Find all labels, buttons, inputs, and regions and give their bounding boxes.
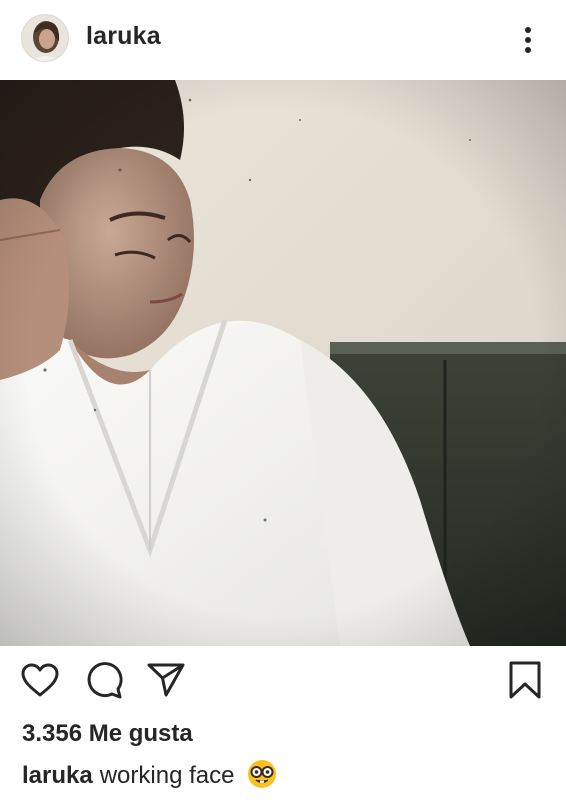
post-image [0, 80, 566, 646]
avatar-image [22, 15, 68, 61]
save-button[interactable] [503, 658, 547, 702]
caption-username[interactable]: laruka [22, 762, 93, 789]
caption-text: working face [99, 762, 235, 789]
more-options-icon [525, 27, 531, 53]
post-header: laruka [0, 0, 566, 80]
instagram-post: laruka 3.356 Me gusta laruka working fac… [0, 0, 566, 800]
post-username[interactable]: laruka [86, 22, 161, 51]
action-bar [0, 646, 566, 716]
comment-icon [87, 662, 123, 699]
bookmark-icon [509, 661, 541, 699]
share-button[interactable] [144, 658, 188, 702]
post-photo[interactable] [0, 80, 566, 646]
nerd-face-emoji-icon [248, 760, 277, 788]
send-icon [147, 663, 185, 697]
comment-button[interactable] [82, 658, 126, 702]
avatar[interactable] [21, 14, 69, 62]
heart-icon [21, 663, 59, 697]
likes-count[interactable]: 3.356 Me gusta [22, 720, 193, 748]
like-button[interactable] [18, 658, 62, 702]
more-options-button[interactable] [510, 20, 546, 60]
post-caption: laruka working face [22, 759, 277, 790]
